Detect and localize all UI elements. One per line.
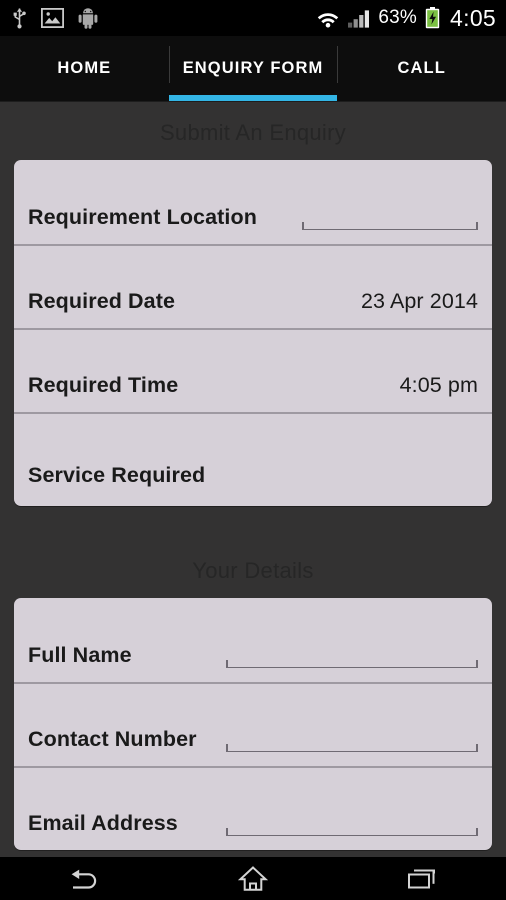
requirement-location-label: Requirement Location xyxy=(28,204,257,229)
section-title-submit-enquiry: Submit An Enquiry xyxy=(159,120,347,145)
status-bar-right-icons: 63% 4:05 xyxy=(316,5,496,32)
tab-call[interactable]: CALL xyxy=(337,36,506,101)
recents-icon xyxy=(406,866,438,892)
form-scroll-area[interactable]: Submit An Enquiry Requirement Location R… xyxy=(0,102,506,857)
requirement-location-input[interactable] xyxy=(302,214,478,230)
row-requirement-location[interactable]: Requirement Location xyxy=(14,160,492,244)
row-required-date[interactable]: Required Date 23 Apr 2014 xyxy=(14,244,492,328)
service-required-label: Service Required xyxy=(28,462,206,487)
wifi-icon xyxy=(316,9,340,28)
home-icon xyxy=(237,865,268,893)
full-name-input[interactable] xyxy=(226,652,478,668)
row-email-address[interactable]: Email Address xyxy=(14,766,492,850)
battery-charging-icon xyxy=(425,7,440,29)
phone-screen: 63% 4:05 HOME ENQUIRY FORM CALL Submit A xyxy=(0,0,506,900)
battery-percent-label: 63% xyxy=(378,7,418,28)
enquiry-details-card: Requirement Location Required Date 23 Ap… xyxy=(14,160,492,506)
email-address-label: Email Address xyxy=(28,810,178,835)
gallery-image-icon xyxy=(41,8,64,28)
tab-home-label: HOME xyxy=(57,59,112,77)
tab-bar: HOME ENQUIRY FORM CALL xyxy=(0,36,506,102)
nav-home-button[interactable] xyxy=(208,857,298,900)
email-address-input[interactable] xyxy=(226,820,478,836)
system-navigation-bar xyxy=(0,857,506,900)
row-service-required[interactable]: Service Required xyxy=(14,412,492,506)
your-details-card: Full Name Contact Number Email Address xyxy=(14,598,492,850)
contact-number-label: Contact Number xyxy=(28,726,197,751)
row-contact-number[interactable]: Contact Number xyxy=(14,682,492,766)
required-date-label: Required Date xyxy=(28,288,176,313)
usb-icon xyxy=(12,7,27,29)
status-bar-left-icons xyxy=(12,7,98,29)
tab-call-label: CALL xyxy=(397,59,446,77)
status-bar: 63% 4:05 xyxy=(0,0,506,36)
status-bar-clock: 4:05 xyxy=(450,4,496,31)
required-time-label: Required Time xyxy=(28,372,179,397)
nav-recents-button[interactable] xyxy=(377,857,467,900)
tab-enquiry-form[interactable]: ENQUIRY FORM xyxy=(168,36,338,101)
tab-home[interactable]: HOME xyxy=(0,36,169,101)
section-title-your-details: Your Details xyxy=(192,558,314,583)
full-name-label: Full Name xyxy=(28,642,132,667)
section-divider-gap xyxy=(0,506,506,540)
required-time-value[interactable]: 4:05 pm xyxy=(400,374,478,399)
nav-back-button[interactable] xyxy=(39,857,129,900)
row-full-name[interactable]: Full Name xyxy=(14,598,492,682)
cellular-signal-icon xyxy=(348,9,370,28)
row-required-time[interactable]: Required Time 4:05 pm xyxy=(14,328,492,412)
contact-number-input[interactable] xyxy=(226,736,478,752)
tab-enquiry-form-label: ENQUIRY FORM xyxy=(182,59,324,77)
android-robot-icon xyxy=(78,7,98,29)
back-icon xyxy=(67,866,101,892)
required-date-value[interactable]: 23 Apr 2014 xyxy=(361,290,478,315)
